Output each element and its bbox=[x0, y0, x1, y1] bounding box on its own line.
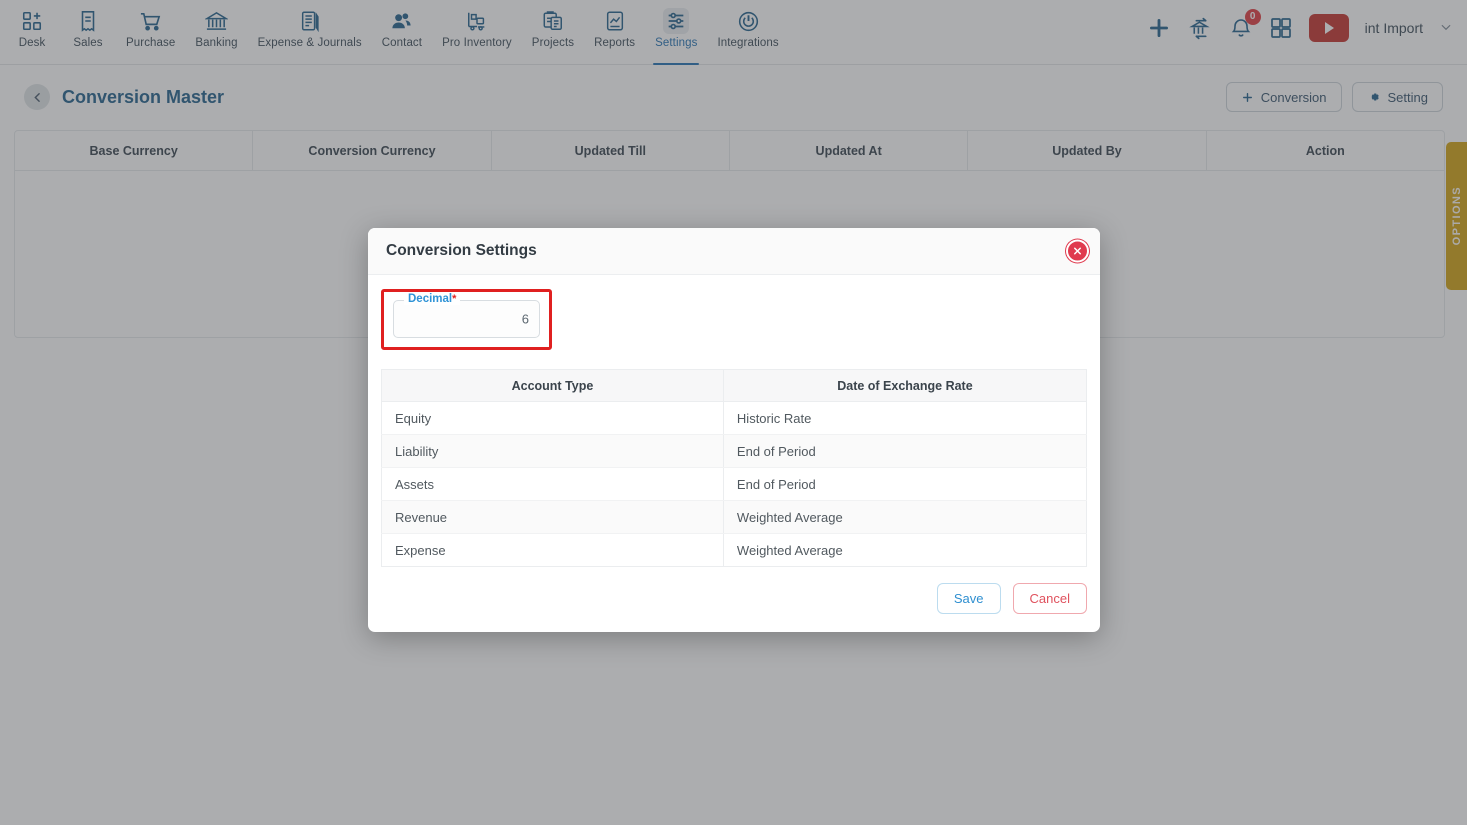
cell-exchange-rate-date[interactable]: End of Period bbox=[723, 434, 1087, 468]
table-head: Account Type Date of Exchange Rate bbox=[381, 369, 1087, 402]
decimal-input-value[interactable]: 6 bbox=[522, 312, 529, 327]
required-marker: * bbox=[452, 293, 457, 305]
modal-body: Decimal* 6 Account Type Date of Exchange… bbox=[368, 275, 1100, 567]
cell-exchange-rate-date[interactable]: End of Period bbox=[723, 467, 1087, 501]
column-header-date-of-exchange-rate: Date of Exchange Rate bbox=[723, 369, 1087, 402]
decimal-input-wrapper[interactable]: Decimal* 6 bbox=[393, 293, 540, 338]
column-header-account-type: Account Type bbox=[381, 369, 724, 402]
cell-account-type: Liability bbox=[381, 434, 724, 468]
cell-exchange-rate-date[interactable]: Weighted Average bbox=[723, 500, 1087, 534]
table-row[interactable]: Assets End of Period bbox=[381, 467, 1087, 501]
close-x-icon[interactable] bbox=[1066, 239, 1089, 263]
modal-header: Conversion Settings bbox=[368, 228, 1100, 275]
cell-account-type: Revenue bbox=[381, 500, 724, 534]
modal-title: Conversion Settings bbox=[386, 242, 537, 259]
table-body: Equity Historic Rate Liability End of Pe… bbox=[381, 401, 1087, 567]
account-type-exchange-rate-table: Account Type Date of Exchange Rate Equit… bbox=[381, 369, 1087, 567]
save-button[interactable]: Save bbox=[936, 583, 1001, 614]
app-root: Desk Sales Purchase Banking Expense & Jo… bbox=[0, 0, 1467, 825]
modal-footer: Save Cancel bbox=[368, 567, 1100, 632]
decimal-field-label: Decimal* bbox=[404, 293, 461, 305]
table-row[interactable]: Revenue Weighted Average bbox=[381, 500, 1087, 534]
cell-account-type: Assets bbox=[381, 467, 724, 501]
table-header-row: Account Type Date of Exchange Rate bbox=[381, 369, 1087, 402]
cell-account-type: Equity bbox=[381, 401, 724, 435]
cell-exchange-rate-date[interactable]: Historic Rate bbox=[723, 401, 1087, 435]
table-row[interactable]: Expense Weighted Average bbox=[381, 533, 1087, 567]
conversion-settings-modal: Conversion Settings Decimal* 6 Account T… bbox=[368, 228, 1100, 632]
cell-account-type: Expense bbox=[381, 533, 724, 567]
cancel-button[interactable]: Cancel bbox=[1012, 583, 1087, 614]
cell-exchange-rate-date[interactable]: Weighted Average bbox=[723, 534, 1086, 567]
table-row[interactable]: Equity Historic Rate bbox=[381, 401, 1087, 435]
decimal-field-highlight: Decimal* 6 bbox=[381, 289, 552, 350]
table-row[interactable]: Liability End of Period bbox=[381, 434, 1087, 468]
